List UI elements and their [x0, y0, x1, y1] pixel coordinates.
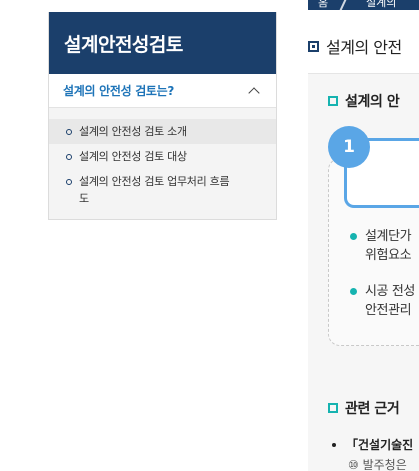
list-item: 시공 전성 안전관리	[350, 282, 415, 320]
list-item-line: 위험요소	[365, 248, 412, 263]
list-item-line: 시공 전성	[365, 284, 415, 299]
section-heading-row: 설계의 안	[328, 91, 400, 111]
section-heading-row: 관련 근거	[328, 398, 400, 418]
submenu-list: 설계의 안전성 검토 소개 설계의 안전성 검토 대상 설계의 안전성 검토 업…	[49, 108, 276, 219]
list-item-line: 안전관리	[365, 303, 412, 318]
submenu-title: 설계의 안전성 검토는?	[63, 84, 175, 98]
list-item-line: 설계단가	[365, 229, 412, 244]
title-square-icon	[308, 40, 319, 52]
section-square-icon	[328, 96, 338, 106]
list-item-text: 시공 전성 안전관리	[365, 282, 415, 320]
sidebar-item-label: 설계의 안전성 검토 대상	[79, 150, 187, 163]
sidebar-item-intro[interactable]: 설계의 안전성 검토 소개	[49, 119, 276, 144]
submenu-toggle[interactable]: 설계의 안전성 검토는?	[49, 74, 276, 108]
law-reference-item: 「건설기술진	[332, 436, 413, 453]
list-item: 설계단가 위험요소	[350, 227, 412, 265]
page-title-row: 설계의 안전	[308, 34, 402, 58]
breadcrumb-current[interactable]: 설계의	[366, 0, 396, 10]
sidebar-item-label: 설계의 안전성 검토 업무처리 흐름도	[79, 175, 230, 205]
sidebar-item-target[interactable]: 설계의 안전성 검토 대상	[49, 144, 276, 169]
bullet-icon	[66, 154, 72, 160]
breadcrumb-home[interactable]: 홈	[318, 0, 328, 10]
sidebar-item-process-flow[interactable]: 설계의 안전성 검토 업무처리 흐름도	[49, 169, 276, 211]
sidebar-nav: 설계안전성검토 설계의 안전성 검토는? 설계의 안전성 검토 소개 설계의 안…	[48, 12, 277, 220]
sidebar-item-label: 설계의 안전성 검토 소개	[79, 125, 187, 138]
law-reference-clause: ⑩ 발주청은	[348, 458, 407, 471]
bullet-icon	[66, 129, 72, 135]
chevron-up-icon	[248, 87, 260, 99]
law-reference-title: 「건설기술진	[346, 438, 414, 452]
sidebar-title: 설계안전성검토	[64, 33, 183, 56]
sidebar-header: 설계안전성검토	[49, 12, 276, 74]
bullet-icon	[66, 179, 72, 185]
list-item-text: 설계단가 위험요소	[365, 227, 412, 265]
breadcrumb-separator	[339, 0, 347, 10]
section-square-icon	[328, 403, 338, 413]
page-title: 설계의 안전	[326, 38, 402, 57]
step-number-badge: 1	[328, 126, 370, 168]
section-heading: 관련 근거	[345, 401, 400, 417]
section-heading: 설계의 안	[345, 94, 400, 110]
bullet-dot-icon	[350, 233, 357, 240]
bullet-dot-icon	[332, 442, 336, 447]
bullet-dot-icon	[350, 288, 357, 295]
breadcrumb: 홈 설계의	[308, 0, 419, 10]
